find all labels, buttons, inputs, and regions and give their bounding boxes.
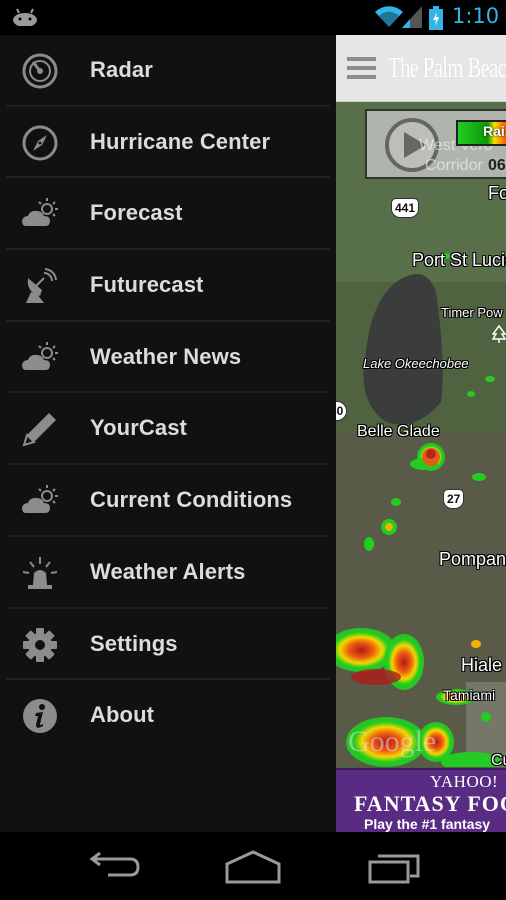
legend-label: Rain	[483, 123, 506, 139]
map-label-fort: Fo	[488, 183, 506, 203]
drawer-item-label: YourCast	[90, 415, 187, 441]
frame-time: 06	[488, 157, 506, 174]
recent-apps-icon[interactable]	[366, 850, 426, 884]
drawer-item-label: Weather News	[90, 343, 242, 369]
drawer-item-weather-alerts[interactable]: Weather Alerts	[6, 537, 330, 609]
map-label-belle-glade: Belle Glade	[357, 423, 440, 440]
info-icon	[23, 699, 57, 734]
partly-cloudy-icon	[22, 198, 58, 227]
drawer-item-label: Radar	[90, 57, 153, 82]
map-label-port-st-lucie: Port St Lucie	[412, 250, 506, 270]
radar-map-panel: The Palm Beach Post	[336, 35, 506, 832]
highway-shield-27: 27	[443, 489, 465, 509]
radar-player-overlay: West Vero Corridor 06 Rain	[365, 109, 506, 179]
app-header: The Palm Beach Post	[336, 35, 506, 102]
partly-cloudy-icon	[22, 341, 58, 370]
map-label-tamiami: Tamiami	[443, 687, 496, 703]
signal-icon	[402, 6, 422, 28]
radar-icon	[22, 53, 58, 89]
wifi-icon	[375, 6, 403, 28]
drawer-item-weather-news[interactable]: Weather News	[6, 322, 330, 394]
siren-icon	[22, 556, 58, 589]
drawer-item-label: Settings	[90, 630, 178, 656]
ad-subtitle: Play the #1 fantasy	[364, 816, 491, 832]
satellite-dish-icon	[26, 268, 57, 304]
map-label-pompano: Pompan	[439, 549, 506, 569]
clock: 1:10	[452, 4, 500, 28]
compass-icon	[22, 125, 58, 161]
masthead-logo: The Palm Beach Post	[388, 52, 506, 84]
status-bar: 1:10	[0, 0, 506, 35]
drawer-item-radar[interactable]: Radar	[6, 35, 330, 107]
drawer-item-settings[interactable]: Settings	[6, 609, 330, 681]
drawer-item-label: Hurricane Center	[90, 128, 271, 154]
drawer-item-label: Weather Alerts	[90, 558, 246, 584]
ad-title: FANTASY FOOTBALL	[354, 791, 506, 816]
partly-cloudy-icon	[22, 485, 58, 514]
drawer-item-label: Current Conditions	[90, 487, 293, 513]
ad-brand: YAHOO!	[430, 772, 499, 791]
drawer-item-label: Forecast	[90, 200, 183, 226]
ad-banner[interactable]: YAHOO! FANTASY FOOTBALL Play the #1 fant…	[336, 768, 506, 832]
highway-shield-441: 441	[391, 198, 420, 218]
map-label-lake-okeechobee: Lake Okeechobee	[363, 356, 469, 371]
drawer-item-label: Futurecast	[90, 272, 204, 298]
drawer-item-current-conditions[interactable]: Current Conditions	[6, 465, 330, 537]
system-navigation-bar	[0, 832, 506, 900]
navigation-drawer: Radar Hurricane Center Forecast Futureca…	[0, 35, 336, 832]
map-label-hialeah: Hiale	[461, 655, 503, 675]
location-name-line2: Corridor	[425, 157, 483, 174]
pencil-icon	[22, 413, 56, 447]
back-icon[interactable]	[84, 850, 144, 884]
park-tree-icon	[492, 325, 506, 343]
android-debug-icon	[13, 8, 37, 26]
drawer-item-about[interactable]: About	[6, 680, 330, 752]
hamburger-menu-icon[interactable]	[347, 57, 376, 81]
drawer-item-futurecast[interactable]: Futurecast	[6, 250, 330, 322]
gear-icon	[23, 627, 57, 662]
drawer-item-yourcast[interactable]: YourCast	[6, 393, 330, 466]
map-label-timer-powers: Timer Pow	[441, 305, 503, 320]
drawer-item-forecast[interactable]: Forecast	[6, 178, 330, 251]
google-watermark: Google	[348, 725, 437, 758]
drawer-item-label: About	[90, 702, 155, 728]
home-icon[interactable]	[223, 850, 283, 884]
battery-charging-icon	[429, 6, 443, 30]
drawer-item-hurricane-center[interactable]: Hurricane Center	[6, 107, 330, 179]
